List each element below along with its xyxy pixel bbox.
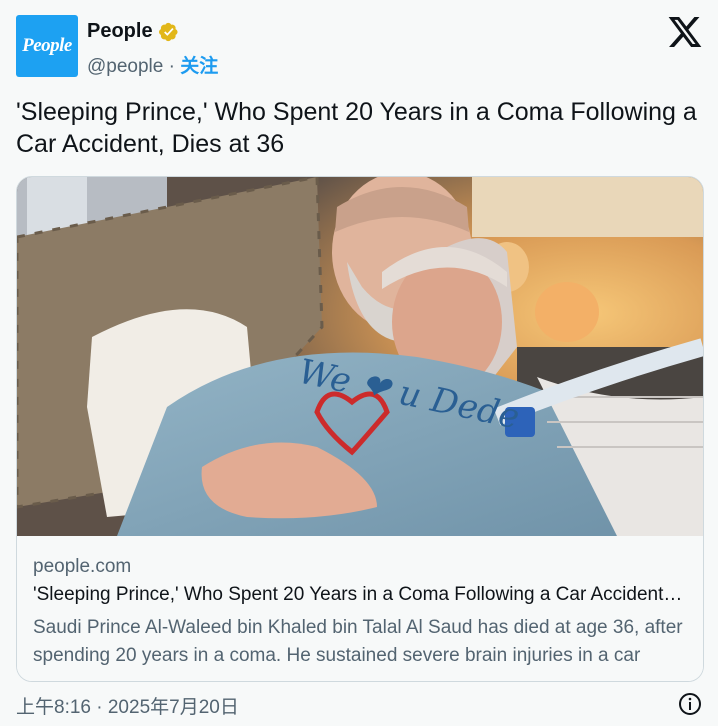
handle-row: @people · 关注 xyxy=(87,51,218,78)
separator: · xyxy=(163,56,181,77)
tweet-text: 'Sleeping Prince,' Who Spent 20 Years in… xyxy=(16,98,697,158)
name-row: People xyxy=(87,20,179,43)
link-card[interactable]: We ❤ u Dede people.com 'Sleeping Prince,… xyxy=(16,176,704,682)
tweet-timestamp[interactable]: 上午8:16 · 2025年7月20日 xyxy=(16,692,239,719)
article-photo[interactable]: We ❤ u Dede xyxy=(17,177,703,536)
card-description: Saudi Prince Al-Waleed bin Khaled bin Ta… xyxy=(33,617,683,666)
avatar-logo-text: People xyxy=(22,35,72,56)
card-meta: people.com 'Sleeping Prince,' Who Spent … xyxy=(17,536,703,681)
card-title: 'Sleeping Prince,' Who Spent 20 Years in… xyxy=(33,584,683,605)
verified-badge-icon xyxy=(158,22,178,41)
tweet-header: People People @people · 关注 xyxy=(16,15,702,79)
info-icon[interactable] xyxy=(678,692,702,716)
account-handle[interactable]: @people xyxy=(87,56,163,77)
x-logo-icon[interactable] xyxy=(668,17,702,47)
card-domain: people.com xyxy=(33,556,132,577)
avatar[interactable]: People xyxy=(16,15,78,77)
account-name[interactable]: People xyxy=(87,20,153,43)
follow-button[interactable]: 关注 xyxy=(180,56,218,77)
